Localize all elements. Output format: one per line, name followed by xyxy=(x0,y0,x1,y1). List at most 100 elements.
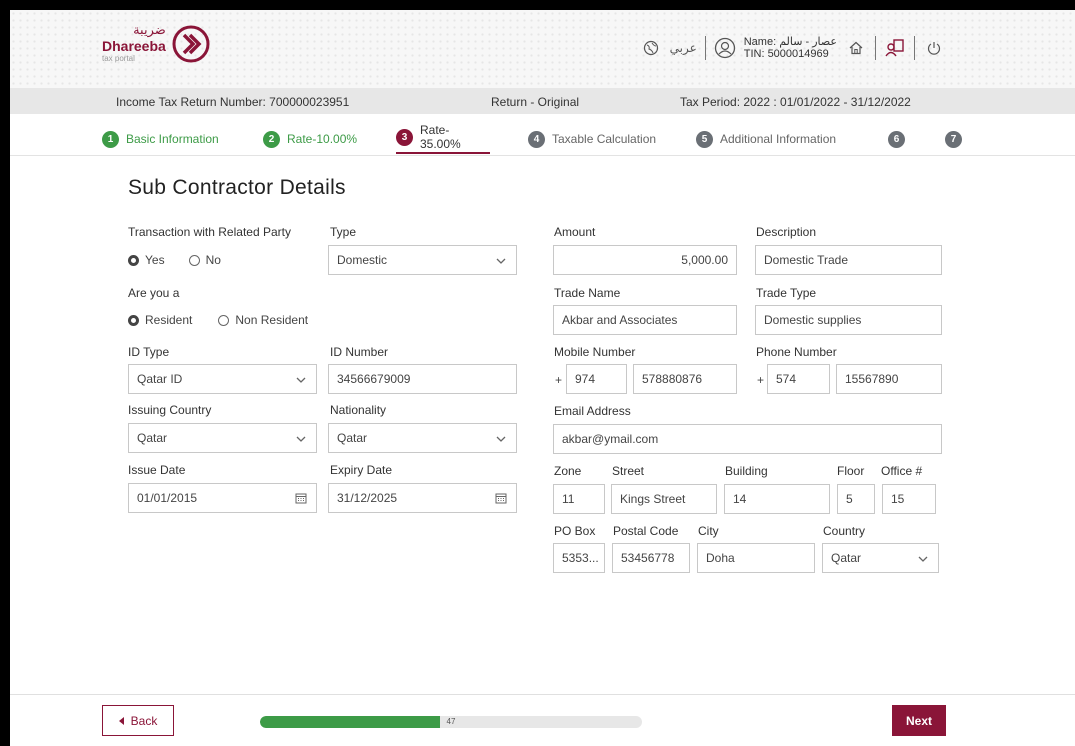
step-taxable-calculation[interactable]: 4 Taxable Calculation xyxy=(528,124,656,154)
floor-label: Floor xyxy=(837,464,865,478)
chevron-down-icon xyxy=(296,377,306,383)
issue-date-input[interactable]: 01/01/2015 xyxy=(128,483,317,513)
email-input[interactable]: akbar@ymail.com xyxy=(553,424,942,454)
related-party-no-radio[interactable] xyxy=(188,254,200,266)
country-value: Qatar xyxy=(831,551,862,565)
amount-input[interactable]: 5,000.00 xyxy=(553,245,737,275)
id-number-value: 34566679009 xyxy=(337,372,411,386)
progress-bar: 47 xyxy=(260,716,642,728)
step-number: 2 xyxy=(263,130,280,148)
step-number: 4 xyxy=(528,130,545,148)
step-basic-information[interactable]: 1 Basic Information xyxy=(102,124,219,154)
step-label: Additional Information xyxy=(720,132,837,146)
building-value: 14 xyxy=(733,492,747,506)
postal-code-input[interactable]: 53456778 xyxy=(612,543,690,573)
phone-code-input[interactable]: 574 xyxy=(767,364,830,394)
power-icon[interactable] xyxy=(923,37,945,59)
step-number: 5 xyxy=(696,130,713,148)
trade-type-input[interactable]: Domestic supplies xyxy=(755,305,942,335)
email-value: akbar@ymail.com xyxy=(562,432,659,446)
related-party-yes-radio[interactable] xyxy=(128,254,139,266)
country-select[interactable]: Qatar xyxy=(822,543,939,573)
expiry-date-value: 31/12/2025 xyxy=(337,491,398,505)
globe-icon[interactable] xyxy=(640,37,662,59)
home-icon[interactable] xyxy=(845,37,867,59)
user-name: Name: عصار - سالم xyxy=(743,36,837,48)
resident-radio[interactable] xyxy=(128,314,139,326)
related-party-no-label: No xyxy=(205,253,221,267)
step-additional-information[interactable]: 5 Additional Information xyxy=(696,124,836,154)
non-resident-radio[interactable] xyxy=(218,314,230,326)
zone-label: Zone xyxy=(554,464,582,478)
dhareeba-logo[interactable]: ضريبة Dhareeba tax portal xyxy=(102,24,210,63)
mobile-code-value: 974 xyxy=(575,372,596,386)
step-number: 7 xyxy=(945,130,962,148)
floor-value: 5 xyxy=(846,492,853,506)
description-input[interactable]: Domestic Trade xyxy=(755,245,942,275)
user-tin: TIN: 5000014969 xyxy=(743,48,829,60)
description-value: Domestic Trade xyxy=(764,253,849,267)
language-toggle[interactable]: عربي xyxy=(670,41,697,55)
id-number-label: ID Number xyxy=(330,345,389,359)
related-party-yes-label: Yes xyxy=(145,253,165,267)
next-label: Next xyxy=(905,713,932,728)
switch-account-icon[interactable] xyxy=(884,37,906,59)
id-number-input[interactable]: 34566679009 xyxy=(328,364,517,394)
step-rate-35[interactable]: 3 Rate-35.00% xyxy=(396,123,490,154)
residency-radio-group: Resident Non Resident xyxy=(128,313,308,327)
city-value: Doha xyxy=(706,551,735,565)
back-button[interactable]: Back xyxy=(102,705,174,736)
user-avatar-icon[interactable] xyxy=(714,37,736,59)
dhareeba-mark-icon xyxy=(172,25,210,62)
postal-code-value: 53456778 xyxy=(621,551,675,565)
logo-text: ضريبة Dhareeba tax portal xyxy=(102,24,166,63)
return-type: Return - Original xyxy=(491,95,580,109)
mobile-code-input[interactable]: 974 xyxy=(566,364,627,394)
step-6[interactable]: 6 xyxy=(888,124,905,154)
phone-number-value: 15567890 xyxy=(845,372,899,386)
city-label: City xyxy=(698,524,719,538)
po-box-value: 5353... xyxy=(562,551,599,565)
logo-name: Dhareeba xyxy=(102,38,166,54)
mobile-number-value: 578880876 xyxy=(642,372,703,386)
expiry-date-label: Expiry Date xyxy=(330,463,393,477)
id-type-select[interactable]: Qatar ID xyxy=(128,364,317,394)
next-button[interactable]: Next xyxy=(892,705,946,736)
type-select[interactable]: Domestic xyxy=(328,245,517,275)
trade-name-input[interactable]: Akbar and Associates xyxy=(553,305,737,335)
mobile-number-input[interactable]: 578880876 xyxy=(633,364,737,394)
issuing-country-select[interactable]: Qatar xyxy=(128,423,317,453)
calendar-icon[interactable] xyxy=(495,492,507,504)
office-input[interactable]: 15 xyxy=(882,484,936,514)
nationality-select[interactable]: Qatar xyxy=(328,423,517,453)
chevron-down-icon xyxy=(496,258,506,264)
building-label: Building xyxy=(725,464,768,478)
building-input[interactable]: 14 xyxy=(724,484,830,514)
zone-input[interactable]: 11 xyxy=(553,484,605,514)
trade-type-value: Domestic supplies xyxy=(764,313,862,327)
app-window: ضريبة Dhareeba tax portal عربي Name: عصا… xyxy=(10,10,1075,746)
issue-date-label: Issue Date xyxy=(128,463,186,477)
step-7[interactable]: 7 xyxy=(945,124,962,154)
calendar-icon[interactable] xyxy=(295,492,307,504)
back-label: Back xyxy=(130,713,158,728)
progress-percent: 47 xyxy=(446,717,456,726)
street-input[interactable]: Kings Street xyxy=(611,484,717,514)
issue-date-value: 01/01/2015 xyxy=(137,491,198,505)
trade-name-label: Trade Name xyxy=(554,286,621,300)
expiry-date-input[interactable]: 31/12/2025 xyxy=(328,483,517,513)
return-info-bar: Income Tax Return Number: 700000023951 R… xyxy=(10,88,1075,114)
po-box-input[interactable]: 5353... xyxy=(553,543,605,573)
step-label: Taxable Calculation xyxy=(552,132,657,146)
related-party-label: Transaction with Related Party xyxy=(128,225,291,239)
floor-input[interactable]: 5 xyxy=(837,484,875,514)
street-label: Street xyxy=(612,464,645,478)
issuing-country-label: Issuing Country xyxy=(128,403,212,417)
type-label: Type xyxy=(330,225,357,239)
page-title: Sub Contractor Details xyxy=(128,176,346,199)
city-input[interactable]: Doha xyxy=(697,543,815,573)
step-rate-10[interactable]: 2 Rate-10.00% xyxy=(263,124,357,154)
country-label: Country xyxy=(823,524,866,538)
phone-number-input[interactable]: 15567890 xyxy=(836,364,942,394)
stepper: 1 Basic Information 2 Rate-10.00% 3 Rate… xyxy=(10,114,1075,156)
